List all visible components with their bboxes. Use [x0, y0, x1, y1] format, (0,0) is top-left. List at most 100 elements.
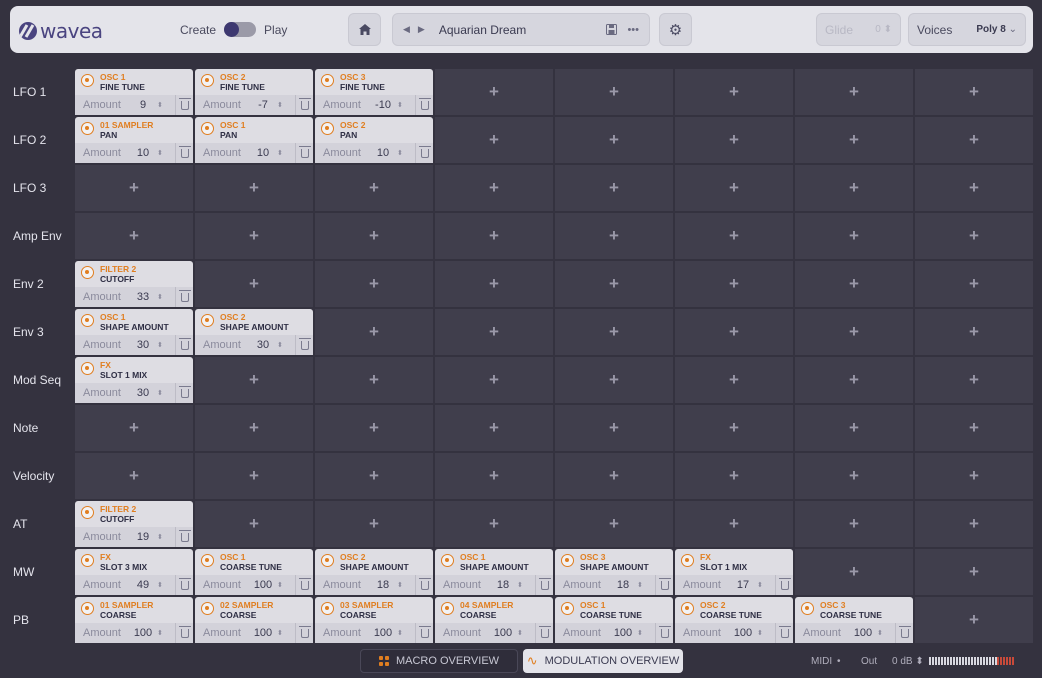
- modulation-slot[interactable]: OSC 3 SHAPE AMOUNT Amount 18 ⬍: [555, 549, 673, 595]
- amount-spinner-icon[interactable]: ⬍: [157, 341, 167, 349]
- add-modulation-button[interactable]: +: [195, 501, 313, 547]
- amount-spinner-icon[interactable]: ⬍: [397, 149, 407, 157]
- amount-value[interactable]: 18: [609, 579, 637, 591]
- add-modulation-button[interactable]: +: [555, 261, 673, 307]
- amount-spinner-icon[interactable]: ⬍: [157, 293, 167, 301]
- delete-modulation-button[interactable]: [175, 143, 193, 163]
- delete-modulation-button[interactable]: [535, 623, 553, 643]
- target-dot-icon[interactable]: [801, 602, 814, 615]
- add-modulation-button[interactable]: +: [675, 501, 793, 547]
- delete-modulation-button[interactable]: [175, 287, 193, 307]
- add-modulation-button[interactable]: +: [795, 69, 913, 115]
- slot-header[interactable]: 01 SAMPLER PAN: [75, 117, 193, 143]
- add-modulation-button[interactable]: +: [795, 309, 913, 355]
- amount-spinner-icon[interactable]: ⬍: [157, 581, 167, 589]
- delete-modulation-button[interactable]: [655, 575, 673, 595]
- amount-spinner-icon[interactable]: ⬍: [517, 629, 527, 637]
- add-modulation-button[interactable]: +: [915, 117, 1033, 163]
- target-dot-icon[interactable]: [321, 122, 334, 135]
- amount-spinner-icon[interactable]: ⬍: [157, 533, 167, 541]
- delete-modulation-button[interactable]: [295, 623, 313, 643]
- amount-spinner-icon[interactable]: ⬍: [277, 341, 287, 349]
- add-modulation-button[interactable]: +: [915, 501, 1033, 547]
- add-modulation-button[interactable]: +: [435, 69, 553, 115]
- amount-value[interactable]: 18: [489, 579, 517, 591]
- slot-header[interactable]: OSC 2 SHAPE AMOUNT: [195, 309, 313, 335]
- add-modulation-button[interactable]: +: [555, 309, 673, 355]
- add-modulation-button[interactable]: +: [675, 117, 793, 163]
- glide-spinner-icon[interactable]: ⬍: [884, 24, 892, 35]
- slot-header[interactable]: FILTER 2 CUTOFF: [75, 501, 193, 527]
- target-dot-icon[interactable]: [681, 602, 694, 615]
- delete-modulation-button[interactable]: [295, 143, 313, 163]
- slot-header[interactable]: OSC 2 PAN: [315, 117, 433, 143]
- amount-value[interactable]: 10: [369, 147, 397, 159]
- delete-modulation-button[interactable]: [415, 623, 433, 643]
- delete-modulation-button[interactable]: [415, 95, 433, 115]
- modulation-slot[interactable]: OSC 1 COARSE TUNE Amount 100 ⬍: [555, 597, 673, 643]
- amount-spinner-icon[interactable]: ⬍: [397, 101, 407, 109]
- add-modulation-button[interactable]: +: [915, 405, 1033, 451]
- amount-value[interactable]: 100: [489, 627, 517, 639]
- modulation-slot[interactable]: 03 SAMPLER COARSE Amount 100 ⬍: [315, 597, 433, 643]
- mode-toggle[interactable]: [224, 22, 257, 37]
- amount-spinner-icon[interactable]: ⬍: [157, 389, 167, 397]
- add-modulation-button[interactable]: +: [435, 501, 553, 547]
- glide-control[interactable]: Glide 0 ⬍: [816, 13, 901, 46]
- slot-header[interactable]: OSC 3 FINE TUNE: [315, 69, 433, 95]
- slot-header[interactable]: OSC 1 COARSE TUNE: [195, 549, 313, 575]
- amount-spinner-icon[interactable]: ⬍: [637, 629, 647, 637]
- target-dot-icon[interactable]: [81, 602, 94, 615]
- add-modulation-button[interactable]: +: [915, 69, 1033, 115]
- delete-modulation-button[interactable]: [175, 623, 193, 643]
- add-modulation-button[interactable]: +: [195, 453, 313, 499]
- slot-header[interactable]: OSC 1 SHAPE AMOUNT: [435, 549, 553, 575]
- amount-value[interactable]: 30: [249, 339, 277, 351]
- home-button[interactable]: [348, 13, 381, 46]
- add-modulation-button[interactable]: +: [555, 405, 673, 451]
- add-modulation-button[interactable]: +: [675, 405, 793, 451]
- slot-header[interactable]: OSC 2 SHAPE AMOUNT: [315, 549, 433, 575]
- target-dot-icon[interactable]: [201, 122, 214, 135]
- delete-modulation-button[interactable]: [175, 383, 193, 403]
- target-dot-icon[interactable]: [321, 74, 334, 87]
- add-modulation-button[interactable]: +: [315, 261, 433, 307]
- slot-header[interactable]: OSC 1 PAN: [195, 117, 313, 143]
- modulation-slot[interactable]: FX SLOT 1 MIX Amount 30 ⬍: [75, 357, 193, 403]
- delete-modulation-button[interactable]: [175, 527, 193, 547]
- output-gain[interactable]: 0 dB ⬍: [892, 656, 924, 667]
- target-dot-icon[interactable]: [561, 602, 574, 615]
- add-modulation-button[interactable]: +: [315, 165, 433, 211]
- delete-modulation-button[interactable]: [295, 575, 313, 595]
- tab-modulation-overview[interactable]: ∿ MODULATION OVERVIEW: [523, 649, 683, 673]
- target-dot-icon[interactable]: [681, 554, 694, 567]
- slot-header[interactable]: 01 SAMPLER COARSE: [75, 597, 193, 623]
- target-dot-icon[interactable]: [81, 362, 94, 375]
- target-dot-icon[interactable]: [441, 554, 454, 567]
- preset-name[interactable]: Aquarian Dream: [439, 23, 599, 37]
- amount-value[interactable]: 10: [249, 147, 277, 159]
- add-modulation-button[interactable]: +: [795, 213, 913, 259]
- amount-spinner-icon[interactable]: ⬍: [397, 581, 407, 589]
- add-modulation-button[interactable]: +: [915, 357, 1033, 403]
- delete-modulation-button[interactable]: [295, 335, 313, 355]
- target-dot-icon[interactable]: [561, 554, 574, 567]
- amount-value[interactable]: 30: [129, 339, 157, 351]
- delete-modulation-button[interactable]: [295, 95, 313, 115]
- amount-value[interactable]: 17: [729, 579, 757, 591]
- modulation-slot[interactable]: OSC 1 SHAPE AMOUNT Amount 18 ⬍: [435, 549, 553, 595]
- add-modulation-button[interactable]: +: [195, 165, 313, 211]
- add-modulation-button[interactable]: +: [315, 453, 433, 499]
- modulation-slot[interactable]: FILTER 2 CUTOFF Amount 33 ⬍: [75, 261, 193, 307]
- amount-value[interactable]: 18: [369, 579, 397, 591]
- add-modulation-button[interactable]: +: [795, 165, 913, 211]
- target-dot-icon[interactable]: [81, 266, 94, 279]
- add-modulation-button[interactable]: +: [195, 213, 313, 259]
- add-modulation-button[interactable]: +: [315, 213, 433, 259]
- voices-control[interactable]: Voices Poly 8 ⌄: [908, 13, 1026, 46]
- add-modulation-button[interactable]: +: [915, 213, 1033, 259]
- amount-value[interactable]: -10: [369, 99, 397, 111]
- add-modulation-button[interactable]: +: [915, 261, 1033, 307]
- modulation-slot[interactable]: 01 SAMPLER PAN Amount 10 ⬍: [75, 117, 193, 163]
- target-dot-icon[interactable]: [81, 506, 94, 519]
